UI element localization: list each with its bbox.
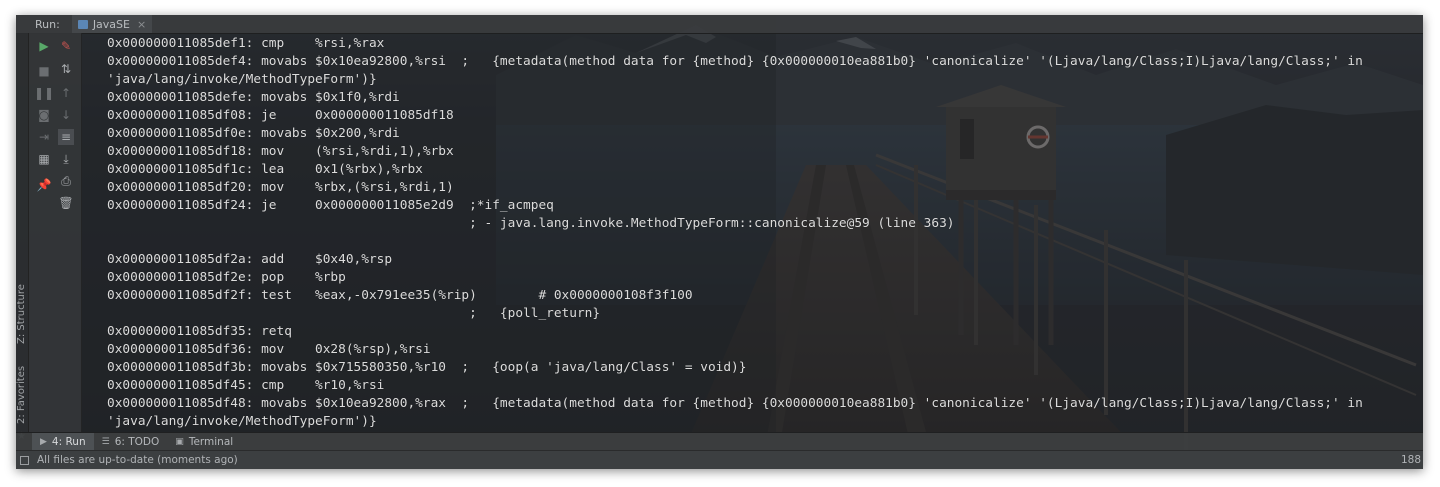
terminal-icon: ▣ — [175, 437, 184, 447]
pin-icon[interactable]: 📌 — [36, 177, 52, 193]
list-icon: ☰ — [101, 437, 110, 447]
tool-windows-toggle-icon[interactable] — [20, 455, 29, 465]
tab-run-label: 4: Run — [51, 436, 86, 448]
left-tool-strip: Z: Structure 2: Favorites ★ — [16, 33, 29, 442]
play-icon[interactable]: ▶ — [36, 38, 52, 54]
tab-label: JavaSE — [92, 17, 130, 31]
run-label: Run: — [35, 17, 60, 31]
tab-todo[interactable]: ☰ 6: TODO — [94, 433, 168, 451]
arrow-up-icon[interactable]: ↑ — [58, 85, 74, 101]
layout-icon[interactable]: ▦ — [36, 151, 52, 167]
tab-terminal[interactable]: ▣ Terminal — [167, 433, 241, 451]
camera-icon[interactable]: ◙ — [36, 107, 52, 123]
scroll-to-end-icon[interactable]: ⤓ — [58, 151, 74, 167]
stop-icon[interactable]: ■ — [36, 63, 52, 79]
pause-icon[interactable]: ❚❚ — [34, 85, 54, 101]
arrow-down-icon[interactable]: ↓ — [58, 107, 74, 123]
close-icon[interactable]: × — [137, 18, 146, 31]
console-output[interactable]: 0x000000011085def1: cmp %rsi,%rax 0x0000… — [82, 33, 1423, 433]
tab-terminal-label: Terminal — [188, 436, 234, 448]
trash-icon[interactable]: 🗑 — [58, 195, 74, 211]
favorites-tool-button[interactable]: 2: Favorites — [16, 363, 28, 427]
tab-todo-label: 6: TODO — [114, 436, 160, 448]
soft-wrap-icon[interactable]: ≡ — [58, 129, 74, 145]
tab-run[interactable]: ▶ 4: Run — [32, 433, 94, 451]
tab-javase[interactable]: JavaSE × — [71, 15, 153, 33]
console-text: 0x000000011085def1: cmp %rsi,%rax 0x0000… — [107, 36, 1363, 433]
play-icon: ▶ — [40, 437, 47, 447]
run-toolbar-header: Run: JavaSE × — [16, 15, 1423, 34]
print-icon[interactable]: ⎙ — [58, 173, 74, 189]
sort-icon[interactable]: ⇅ — [58, 61, 74, 77]
status-message: All files are up-to-date (moments ago) — [37, 454, 238, 466]
status-position[interactable]: 188 — [1401, 454, 1421, 466]
run-toolbar: ▶ ■ ❚❚ ◙ ⇥ ▦ 📌 ✎ ⇅ ↑ ↓ ≡ ⤓ ⎙ 🗑 — [29, 33, 82, 433]
bottom-tool-tabs: ▶ 4: Run ☰ 6: TODO ▣ Terminal — [16, 432, 1423, 451]
status-bar: All files are up-to-date (moments ago) 1… — [16, 450, 1423, 469]
ide-window: Run: JavaSE × Z: Structure 2: Favorites … — [16, 15, 1423, 469]
broom-icon[interactable]: ✎ — [58, 38, 74, 54]
structure-tool-button[interactable]: Z: Structure — [16, 278, 28, 350]
exit-icon[interactable]: ⇥ — [36, 129, 52, 145]
run-config-icon — [77, 19, 88, 29]
